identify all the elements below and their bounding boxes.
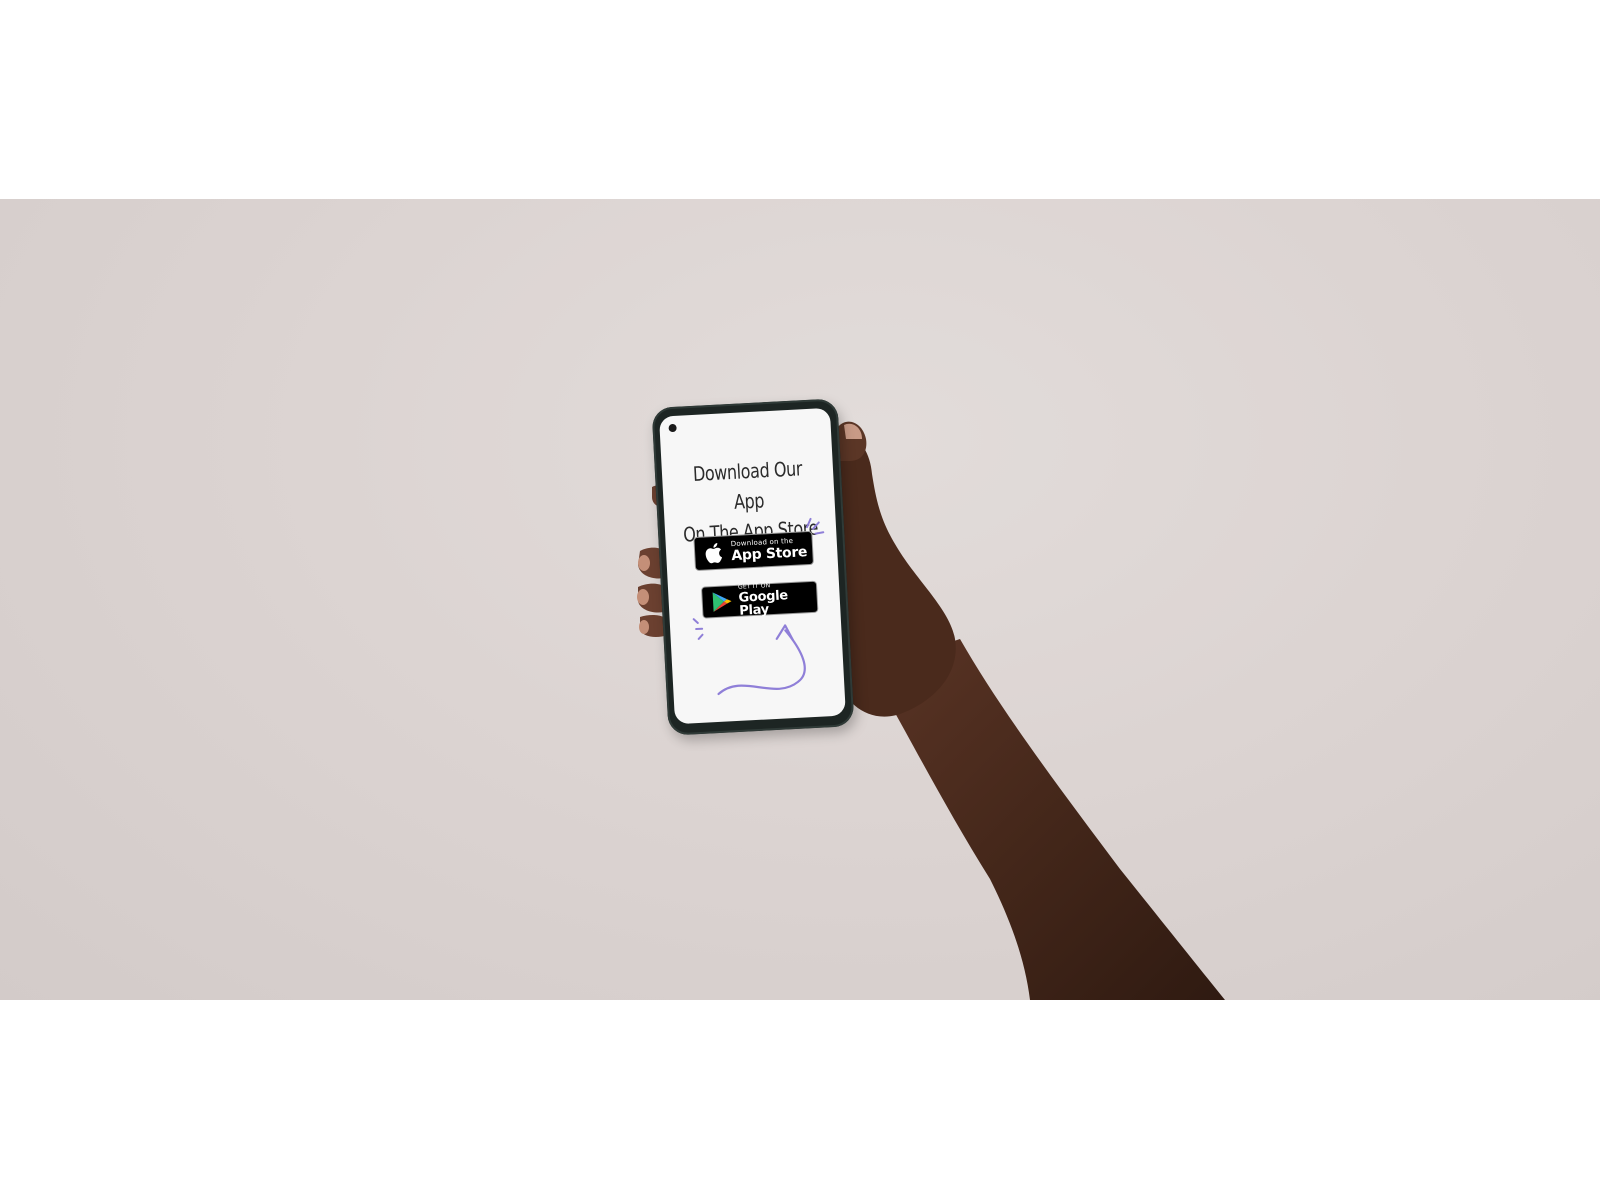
photo: Download Our App On The App Store Downlo… [0, 199, 1600, 1000]
smartphone: Download Our App On The App Store Downlo… [651, 398, 855, 736]
apple-icon [705, 542, 723, 564]
hand-back [838, 436, 956, 717]
fingernail-3 [637, 589, 649, 605]
app-store-badge[interactable]: Download on the App Store [693, 530, 814, 572]
page: Download Our App On The App Store Downlo… [0, 0, 1600, 1200]
thumbnail [844, 423, 862, 439]
app-store-badge-text: Download on the App Store [730, 537, 808, 565]
google-play-large-text: Google Play [738, 587, 789, 619]
google-play-icon [712, 592, 732, 612]
phone-screen: Download Our App On The App Store Downlo… [659, 407, 846, 725]
fingernail-2 [638, 555, 650, 571]
google-play-badge-text: GET IT ON Google Play [738, 580, 818, 619]
front-camera [668, 423, 677, 433]
fingernail-4 [639, 620, 649, 634]
app-store-large-text: App Store [730, 544, 808, 565]
google-play-badge[interactable]: GET IT ON Google Play [700, 580, 819, 619]
headline-line-1: Download Our App [692, 456, 803, 514]
